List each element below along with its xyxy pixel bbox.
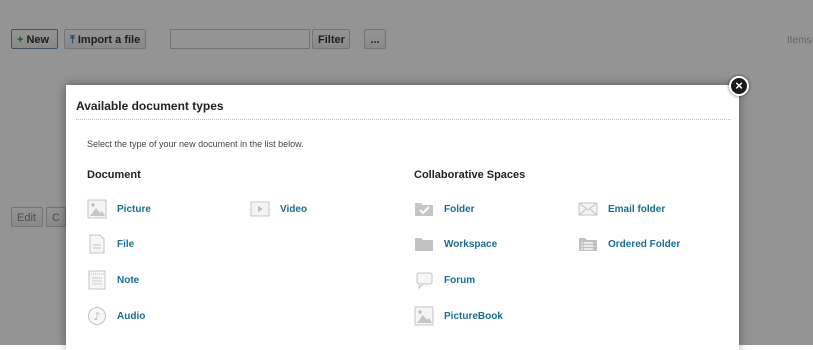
space-type-folder[interactable]: Folder — [414, 198, 475, 220]
workspace-icon — [415, 238, 433, 251]
svg-text:♪: ♪ — [93, 310, 100, 323]
doc-type-picture[interactable]: Picture — [87, 198, 151, 220]
space-type-label: Ordered Folder — [608, 238, 681, 250]
doc-type-label: Video — [280, 203, 308, 215]
doc-type-note[interactable]: Note — [87, 269, 139, 291]
doc-type-file[interactable]: File — [87, 233, 134, 255]
forum-icon — [416, 272, 433, 290]
space-type-label: Email folder — [608, 203, 666, 215]
title-divider — [76, 119, 731, 120]
doc-type-label: File — [117, 238, 135, 250]
space-type-picturebook[interactable]: PictureBook — [414, 305, 503, 327]
audio-icon: ♪ — [88, 307, 106, 325]
document-section-title: Document — [87, 169, 141, 181]
space-type-label: PictureBook — [444, 310, 503, 322]
close-dialog-button[interactable]: × — [729, 76, 749, 96]
ordered-folder-icon — [579, 238, 597, 251]
dialog-title: Available document types — [76, 99, 224, 113]
video-icon — [250, 201, 270, 217]
space-type-label: Folder — [444, 203, 475, 215]
doc-type-audio[interactable]: ♪ Audio — [87, 305, 145, 327]
picturebook-icon — [414, 306, 434, 326]
space-type-ordered-folder[interactable]: Ordered Folder — [578, 233, 680, 255]
email-folder-icon — [578, 202, 598, 216]
space-type-workspace[interactable]: Workspace — [414, 233, 497, 255]
space-type-label: Workspace — [444, 238, 498, 250]
doc-type-label: Picture — [117, 203, 151, 215]
space-type-label: Forum — [444, 274, 476, 286]
doc-type-label: Audio — [117, 310, 146, 322]
space-type-forum[interactable]: Forum — [414, 269, 475, 291]
picture-icon — [87, 199, 107, 219]
folder-icon — [415, 203, 433, 216]
close-icon: × — [735, 78, 743, 93]
note-icon — [88, 270, 106, 290]
dialog-instructions: Select the type of your new document in … — [87, 139, 304, 149]
doc-type-label: Note — [117, 274, 140, 286]
doc-type-video[interactable]: Video — [250, 198, 307, 220]
space-type-email-folder[interactable]: Email folder — [578, 198, 665, 220]
document-types-dialog: Available document types Select the type… — [66, 85, 739, 350]
collab-section-title: Collaborative Spaces — [414, 169, 526, 181]
file-icon — [89, 234, 105, 254]
